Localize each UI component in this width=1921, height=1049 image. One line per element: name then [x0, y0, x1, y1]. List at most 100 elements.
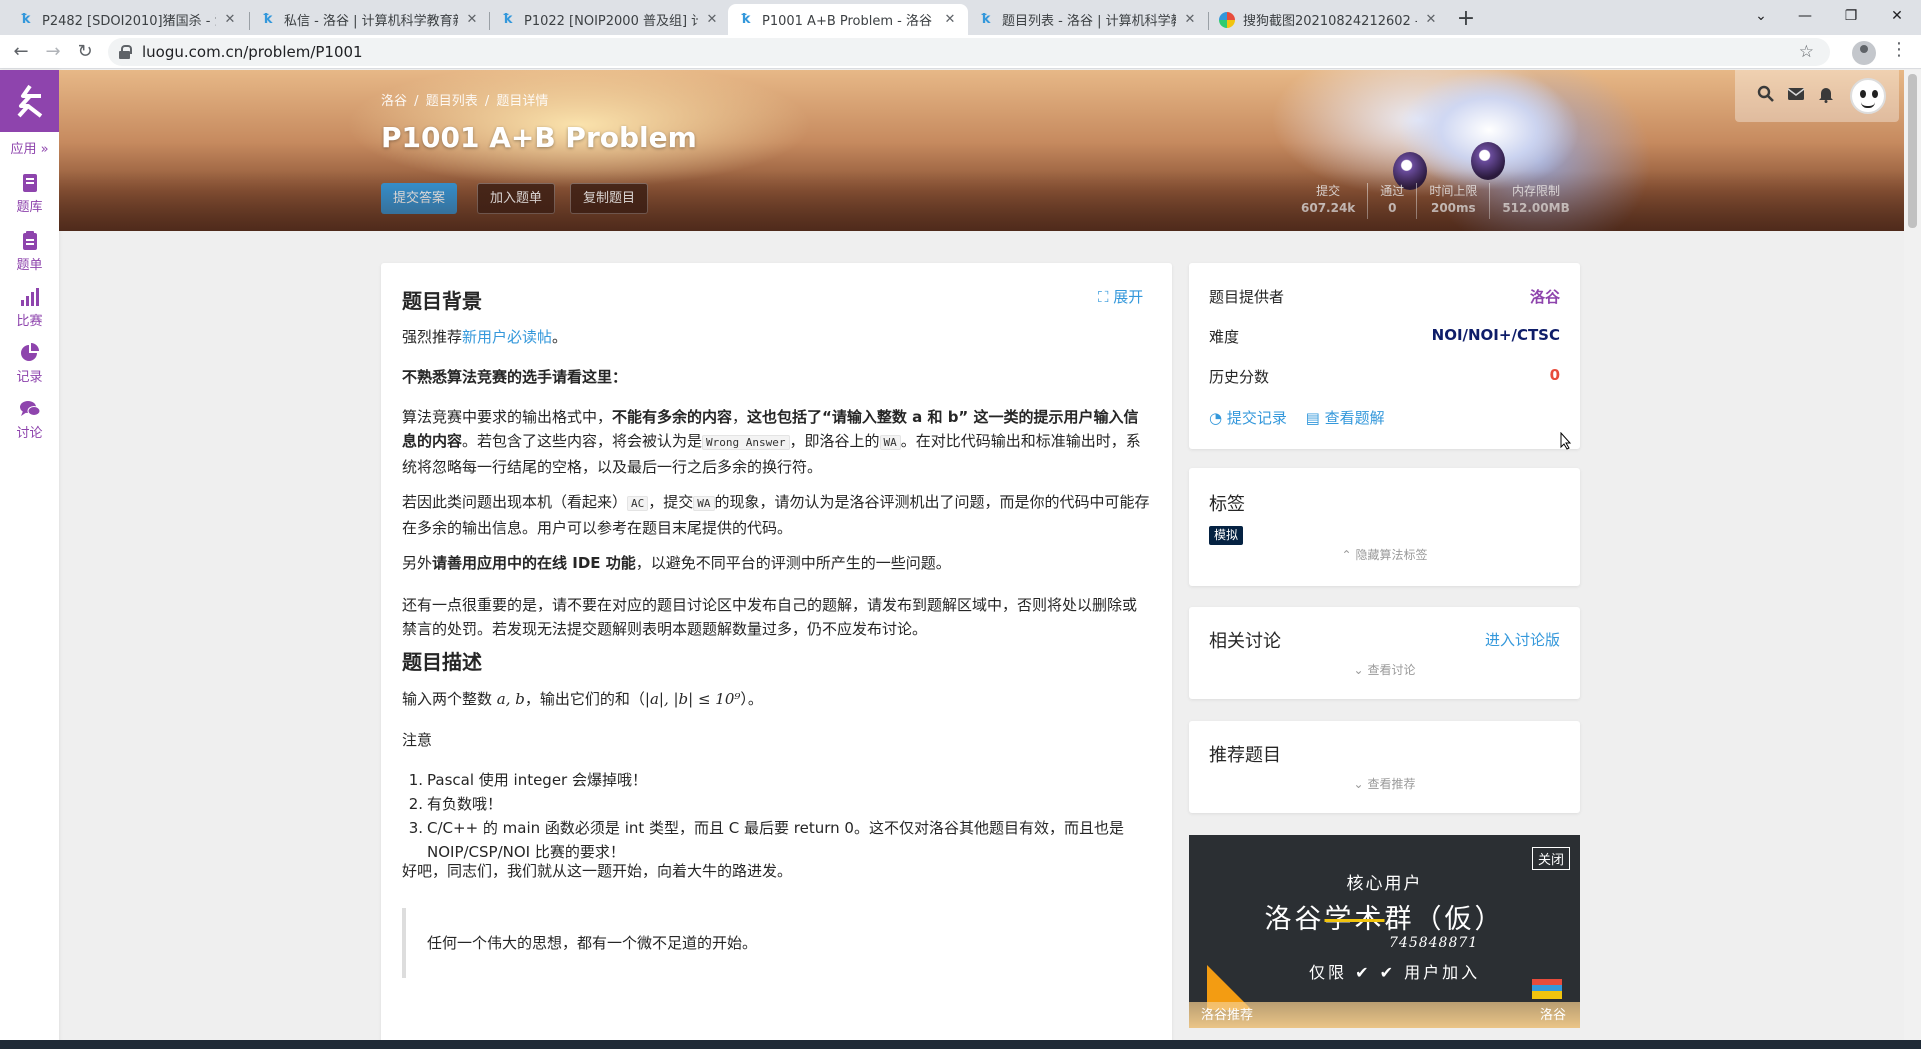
list-text: C/C++ 的 main 函数必须是 int 类型，而且 C 最后要 retur…	[427, 819, 1124, 861]
promo-line1: 核心用户	[1346, 874, 1423, 894]
provider-link[interactable]: 洛谷	[1530, 286, 1560, 307]
math-formula: |a|, |b| ≤ 10⁹	[644, 690, 741, 708]
enter-discussion-link[interactable]: 进入讨论版	[1485, 629, 1560, 650]
url-field[interactable]: luogu.com.cn/problem/P1001 ☆	[108, 38, 1830, 66]
stat-accepted: 通过 0	[1367, 183, 1416, 219]
luogu-logo[interactable]	[0, 70, 59, 132]
info-label: 题目提供者	[1209, 288, 1285, 306]
text-bold: 请善用应用中的在线 IDE 功能	[432, 554, 636, 572]
browser-tab[interactable]: ꝁ P1022 [NOIP2000 普及组] 计算 ✕	[490, 4, 730, 35]
inline-code: AC	[627, 496, 649, 511]
search-icon[interactable]	[1757, 85, 1775, 103]
stat-label: 提交	[1316, 184, 1341, 198]
add-to-list-button[interactable]: 加入题单	[477, 183, 556, 214]
user-avatar[interactable]	[1850, 78, 1886, 114]
close-icon[interactable]: ✕	[464, 12, 480, 27]
paragraph-ac-wa: 若因此类问题出现本机（看起来） AC ，提交 WA 的现象，请勿认为是洛谷评测机出了问题…	[402, 490, 1151, 540]
reload-icon[interactable]: ↻	[72, 39, 98, 65]
bar-chart-icon	[20, 288, 39, 306]
submit-answer-button[interactable]: 提交答案	[381, 183, 458, 214]
minimize-button[interactable]: —	[1782, 0, 1828, 32]
bell-icon[interactable]	[1817, 85, 1835, 103]
stat-memory-limit: 内存限制 512.00MB	[1489, 183, 1581, 219]
os-taskbar	[0, 1040, 1921, 1049]
note-label: 注意	[402, 731, 433, 749]
books-icon	[1532, 979, 1562, 999]
profile-avatar-icon[interactable]	[1852, 41, 1876, 65]
view-discussion-toggle[interactable]: ⌄ 查看讨论	[1189, 661, 1580, 678]
chevron-down-icon: ⌄	[1353, 777, 1364, 791]
mouse-cursor-icon	[1560, 432, 1572, 450]
close-icon[interactable]: ✕	[942, 12, 958, 27]
browser-menu-icon[interactable]: ⋮	[1890, 39, 1908, 60]
paragraph-description: 输入两个整数 a, b，输出它们的和（|a|, |b| ≤ 10⁹）。	[402, 687, 1151, 711]
promo-line4: 仅限 ✔ ✔ 用户加入	[1309, 963, 1481, 982]
scrollbar-thumb[interactable]	[1908, 74, 1917, 228]
discussion-card: 相关讨论 进入讨论版 ⌄ 查看讨论	[1189, 607, 1580, 699]
banner-illustration-eye	[1471, 142, 1505, 180]
breadcrumb-problem-list-link[interactable]: 题目列表	[426, 94, 478, 109]
close-icon[interactable]: ✕	[1423, 12, 1439, 27]
back-icon[interactable]: ←	[8, 39, 34, 65]
close-icon[interactable]: ✕	[1182, 12, 1198, 27]
sidebar-item-discuss[interactable]: 讨论	[0, 399, 59, 441]
breadcrumb-current: 题目详情	[496, 94, 549, 109]
text: 。若包含了这些内容，将会被认为是	[462, 432, 703, 450]
text: ，即洛谷上的	[789, 432, 880, 450]
solutions-link[interactable]: ▤ 查看题解	[1306, 409, 1385, 427]
info-row-difficulty: 难度 NOI/NOI+/CTSC	[1209, 326, 1560, 347]
browser-tab-active[interactable]: ꝁ P1001 A+B Problem - 洛谷 | 计 ✕	[728, 4, 968, 35]
link-label: 查看题解	[1324, 409, 1385, 427]
quote-text: 任何一个伟大的思想，都有一个微不足道的开始。	[427, 934, 758, 952]
paragraph-notice-heading: 不熟悉算法竞赛的选手请看这里：	[402, 368, 628, 386]
list-number: 1.	[408, 771, 423, 789]
sidebar-item-record[interactable]: 记录	[0, 343, 59, 385]
hide-tags-toggle[interactable]: ⌃ 隐藏算法标签	[1189, 546, 1580, 563]
maximize-button[interactable]: ❐	[1828, 0, 1874, 32]
new-user-guide-link[interactable]: 新用户必读帖	[462, 328, 552, 346]
tab-title: P2482 [SDOI2010]猪国杀 - 洛谷	[42, 14, 216, 29]
note-list: 1. Pascal 使用 integer 会爆掉哦！ 2. 有负数哦！ 3. C/C+…	[402, 768, 1151, 864]
luogu-logo-icon	[17, 84, 42, 118]
sidebar-item-problemset[interactable]: 题库	[0, 173, 59, 215]
stat-value: 200ms	[1430, 201, 1476, 215]
view-recommend-toggle[interactable]: ⌄ 查看推荐	[1189, 775, 1580, 792]
window-close-button[interactable]: ✕	[1874, 0, 1920, 32]
browser-tab[interactable]: ꝁ P2482 [SDOI2010]猪国杀 - 洛谷 ✕	[8, 4, 248, 35]
list-number: 3.	[408, 819, 423, 837]
mail-icon[interactable]	[1787, 85, 1805, 103]
close-promo-button[interactable]: 关闭	[1531, 847, 1570, 870]
browser-tab[interactable]: ꝁ 题目列表 - 洛谷 | 计算机科学教育 ✕	[968, 4, 1208, 35]
text: 输入两个整数	[402, 690, 493, 708]
tab-search-icon[interactable]: ⌄	[1738, 0, 1784, 32]
sidebar-item-contest[interactable]: 比赛	[0, 287, 59, 329]
copy-problem-button[interactable]: 复制题目	[570, 183, 649, 214]
pie-chart-icon: ◔	[1209, 409, 1223, 427]
sidebar-item-training[interactable]: 题单	[0, 231, 59, 273]
bookmark-star-icon[interactable]: ☆	[1799, 38, 1814, 66]
header-banner: 洛谷 / 题目列表 / 题目详情 P1001 A+B Problem 提交答案 …	[59, 70, 1904, 231]
submissions-link[interactable]: ◔ 提交记录	[1209, 409, 1287, 427]
forward-icon[interactable]: →	[40, 39, 66, 65]
difficulty-value: NOI/NOI+/CTSC	[1431, 326, 1560, 344]
tag-badge[interactable]: 模拟	[1209, 526, 1244, 545]
browser-tab[interactable]: 搜狗截图20210824212602 - 图 ✕	[1209, 4, 1449, 35]
expand-icon: ⛶	[1098, 288, 1109, 306]
luogu-favicon-icon: ꝁ	[503, 12, 513, 27]
text: ）。	[740, 690, 763, 708]
problem-info-card: 题目提供者 洛谷 难度 NOI/NOI+/CTSC 历史分数 0 ◔ 提交记录 …	[1189, 263, 1580, 449]
stat-submissions: 提交 607.24k	[1289, 183, 1367, 219]
text: 另外	[402, 554, 433, 572]
close-icon[interactable]: ✕	[704, 12, 720, 27]
math-formula: a, b	[496, 690, 525, 708]
expand-button[interactable]: ⛶ 展开	[1098, 286, 1143, 307]
close-icon[interactable]: ✕	[222, 12, 238, 27]
breadcrumb-separator: /	[484, 94, 490, 109]
luogu-favicon-icon: ꝁ	[263, 12, 273, 27]
browser-tab[interactable]: ꝁ 私信 - 洛谷 | 计算机科学教育新生 ✕	[250, 4, 490, 35]
new-tab-button[interactable]: +	[1452, 5, 1480, 33]
info-label: 难度	[1209, 328, 1240, 346]
breadcrumb-home-link[interactable]: 洛谷	[381, 94, 407, 109]
apps-menu-button[interactable]: 应用 »	[0, 138, 59, 157]
promo-banner[interactable]: 关闭 核心用户 洛谷学术群（仮） 745848871 仅限 ✔ ✔ 用户加入 洛…	[1189, 835, 1580, 1028]
